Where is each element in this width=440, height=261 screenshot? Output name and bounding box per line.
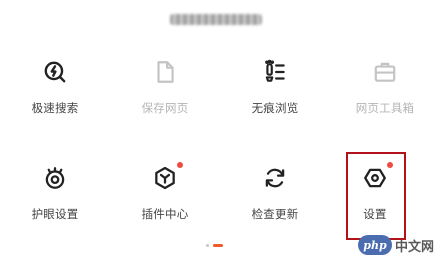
menu-item-label: 无痕浏览 (251, 101, 299, 115)
menu-item-toolbox[interactable]: 网页工具箱 (330, 52, 440, 132)
watermark-logo: php (357, 235, 392, 255)
watermark: php 中文网 (357, 235, 434, 255)
eye-icon (35, 158, 75, 198)
page-indicator (206, 244, 223, 247)
menu-item-plugin-center[interactable]: 插件中心 (110, 158, 220, 238)
menu-item-label: 网页工具箱 (355, 101, 415, 115)
menu-item-label: 检查更新 (251, 207, 299, 221)
page-dot-active (213, 244, 223, 247)
notification-badge (177, 162, 183, 168)
file-icon (145, 52, 185, 92)
menu-item-label: 极速搜索 (31, 101, 79, 115)
toolbox-icon (365, 52, 405, 92)
refresh-icon (255, 158, 295, 198)
blurred-header-title (170, 9, 262, 29)
menu-item-save-page[interactable]: 保存网页 (110, 52, 220, 132)
highlight-box (346, 152, 406, 240)
watermark-text: 中文网 (394, 239, 434, 255)
menu-item-label: 插件中心 (141, 207, 189, 221)
menu-item-label: 护眼设置 (31, 207, 79, 221)
page-dot (206, 244, 209, 247)
menu-item-fast-search[interactable]: 极速搜索 (0, 52, 110, 132)
menu-item-incognito[interactable]: 无痕浏览 (220, 52, 330, 132)
menu-item-eye-protection[interactable]: 护眼设置 (0, 158, 110, 238)
menu-item-check-update[interactable]: 检查更新 (220, 158, 330, 238)
menu-item-label: 保存网页 (141, 101, 189, 115)
incognito-footprint-icon (255, 52, 295, 92)
plugin-cube-icon (145, 158, 185, 198)
lightning-search-icon (35, 52, 75, 92)
